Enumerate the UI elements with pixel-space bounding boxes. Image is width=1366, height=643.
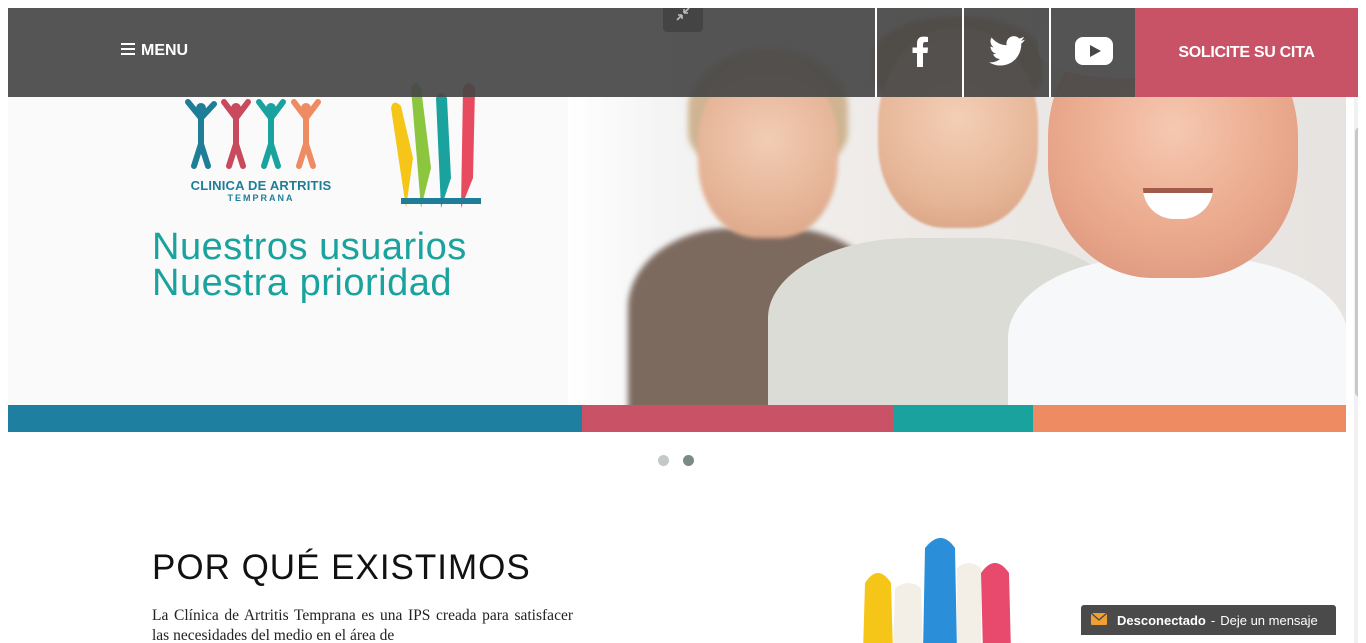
chat-message: Deje un mensaje — [1220, 612, 1318, 628]
strip-pink — [582, 405, 894, 432]
youtube-link[interactable] — [1049, 8, 1136, 97]
slider-dot-2[interactable] — [683, 455, 694, 466]
page: CLINICA DE ARTRITIS TEMPRANA Nuestros us… — [8, 8, 1358, 643]
strip-orange — [1033, 405, 1346, 432]
envelope-icon — [1090, 611, 1108, 628]
collapse-icon — [675, 8, 691, 26]
slider-dot-1[interactable] — [658, 455, 669, 466]
clinic-logo-sub: TEMPRANA — [227, 193, 295, 203]
page-scrollbar[interactable] — [1354, 97, 1358, 643]
twitter-icon — [988, 35, 1025, 70]
painted-hand-image — [863, 538, 1011, 643]
facebook-icon — [911, 35, 929, 71]
youtube-icon — [1074, 36, 1113, 69]
strip-blue — [8, 405, 582, 432]
tagline-line-2: Nuestra prioridad — [152, 262, 452, 304]
color-strip — [8, 405, 1346, 432]
twitter-link[interactable] — [962, 8, 1049, 97]
clinic-logo: CLINICA DE ARTRITIS TEMPRANA — [176, 96, 346, 206]
clinic-logo-name: CLINICA DE ARTRITIS — [190, 178, 332, 193]
about-text: La Clínica de Artritis Temprana es una I… — [152, 607, 573, 643]
facebook-link[interactable] — [875, 8, 962, 97]
chat-separator: - — [1210, 612, 1216, 628]
collapse-toggle[interactable] — [663, 8, 703, 32]
menu-button[interactable]: MENU — [121, 42, 188, 60]
strip-teal — [894, 405, 1033, 432]
scrollbar-thumb[interactable] — [1355, 127, 1358, 397]
about-title: POR QUÉ EXISTIMOS — [152, 548, 531, 587]
hero-tagline: Nuestros usuarios Nuestra prioridad — [152, 226, 467, 304]
chat-status: Desconectado — [1117, 612, 1206, 628]
request-appointment-button[interactable]: SOLICITE SU CITA — [1135, 8, 1358, 97]
slider-dots — [658, 455, 694, 466]
chat-widget[interactable]: Desconectado - Deje un mensaje — [1081, 605, 1336, 635]
tagline-line-1: Nuestros usuarios — [152, 226, 467, 268]
menu-label: MENU — [141, 42, 189, 59]
hamburger-icon — [121, 42, 135, 60]
